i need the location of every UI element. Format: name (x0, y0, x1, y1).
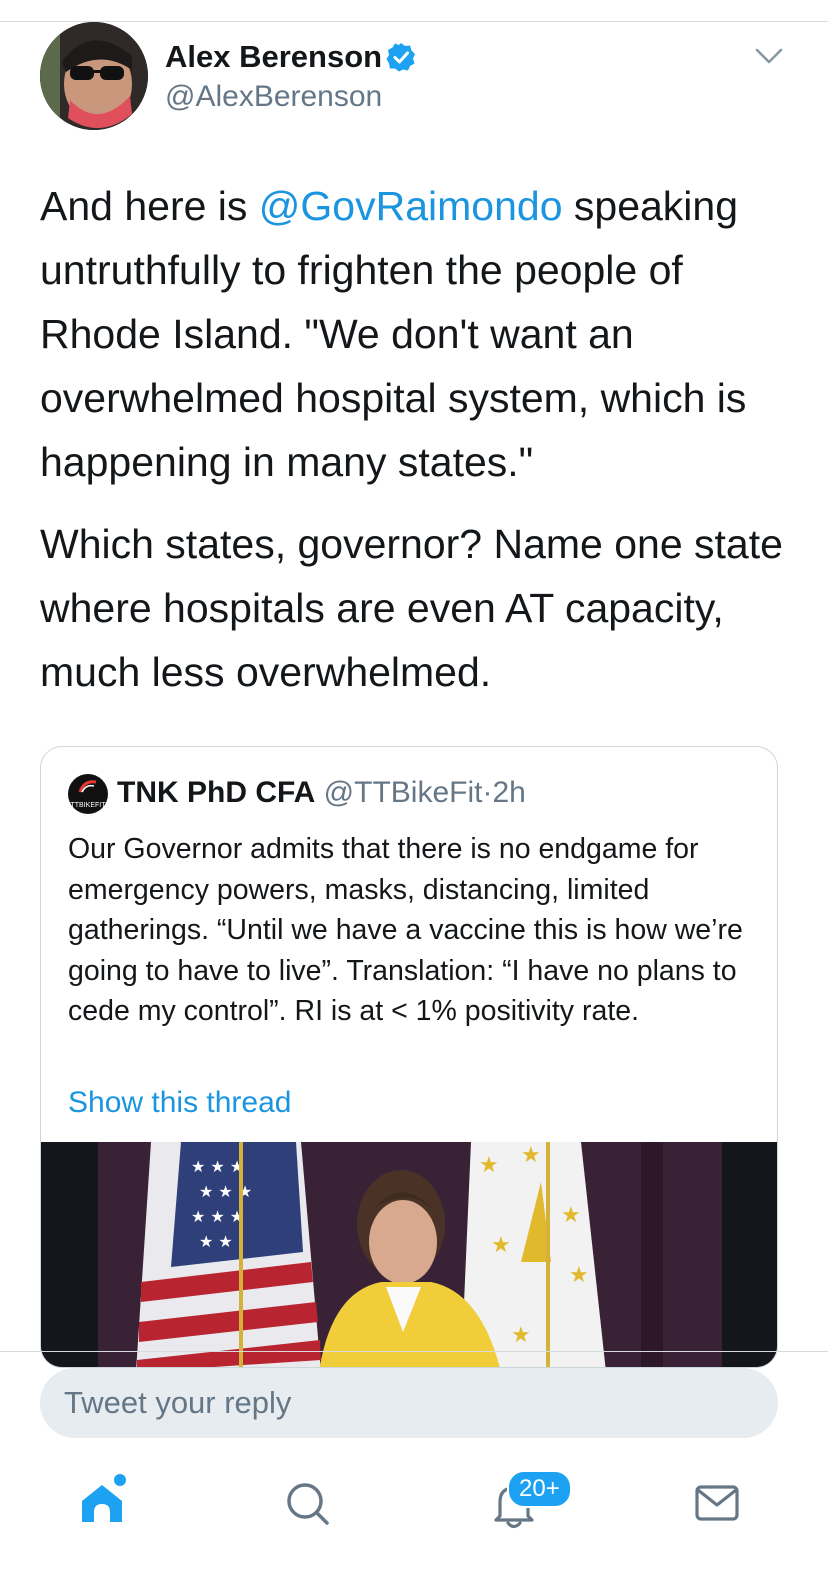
quote-separator: · (482, 776, 493, 809)
svg-text:★: ★ (569, 1263, 589, 1288)
press-conference-image: ★ ★ ★ ★ ★ ★ ★ ★ ★ ★ ★ ★ ★ ★ ★ ★ ★ (41, 1142, 777, 1367)
tweet-paragraph-2: Which states, governor? Name one state w… (40, 521, 783, 695)
top-divider (0, 21, 828, 22)
quote-timestamp: 2h (492, 776, 526, 809)
svg-text:★: ★ (491, 1233, 511, 1258)
svg-text:★: ★ (561, 1203, 581, 1228)
svg-text:★ ★: ★ ★ (199, 1232, 233, 1251)
home-icon (82, 1474, 126, 1522)
quote-author-name[interactable]: TNK PhD CFA (117, 776, 315, 809)
ttbikefit-logo-icon (78, 780, 97, 793)
svg-text:★: ★ (511, 1323, 531, 1348)
quote-text: Our Governor admits that there is no end… (68, 833, 743, 1028)
notifications-badge[interactable]: 20+ (507, 1470, 572, 1508)
quote-header: TNK PhD CFA @TTBikeFit·2h (117, 773, 526, 813)
chevron-down-icon[interactable] (753, 44, 785, 68)
bottom-divider (0, 1351, 828, 1352)
search-icon (287, 1483, 329, 1525)
reply-input[interactable] (40, 1368, 778, 1438)
svg-text:★: ★ (479, 1153, 499, 1178)
svg-text:★ ★ ★: ★ ★ ★ (199, 1182, 252, 1201)
svg-text:★ ★ ★: ★ ★ ★ (191, 1207, 244, 1226)
verified-badge-icon (386, 43, 415, 72)
svg-text:★: ★ (521, 1143, 541, 1168)
quote-author-avatar[interactable]: TTBIKEFIT (68, 774, 108, 814)
avatar-image (40, 22, 148, 130)
author-handle[interactable]: @AlexBerenson (165, 78, 382, 116)
quote-media-image[interactable]: ★ ★ ★ ★ ★ ★ ★ ★ ★ ★ ★ ★ ★ ★ ★ ★ ★ (41, 1142, 777, 1367)
nav-messages[interactable] (686, 1474, 746, 1534)
tweet-text: And here is @GovRaimondo speaking untrut… (40, 174, 800, 722)
quote-avatar-text: TTBIKEFIT (70, 802, 106, 809)
mention-link[interactable]: @GovRaimondo (259, 183, 563, 229)
quote-author-handle[interactable]: @TTBikeFit (324, 776, 483, 809)
show-thread-link[interactable]: Show this thread (68, 1083, 291, 1123)
author-avatar[interactable] (40, 22, 148, 130)
tweet-text-part: And here is (40, 183, 259, 229)
messages-envelope-icon (695, 1485, 739, 1521)
author-name[interactable]: Alex Berenson (165, 38, 382, 76)
nav-search[interactable] (278, 1474, 338, 1534)
nav-home[interactable] (72, 1474, 132, 1534)
svg-text:★ ★ ★: ★ ★ ★ (191, 1157, 244, 1176)
tweet-paragraph-1: And here is @GovRaimondo speaking untrut… (40, 174, 800, 494)
quoted-tweet-card[interactable]: TTBIKEFIT TNK PhD CFA @TTBikeFit·2h Our … (40, 746, 778, 1368)
